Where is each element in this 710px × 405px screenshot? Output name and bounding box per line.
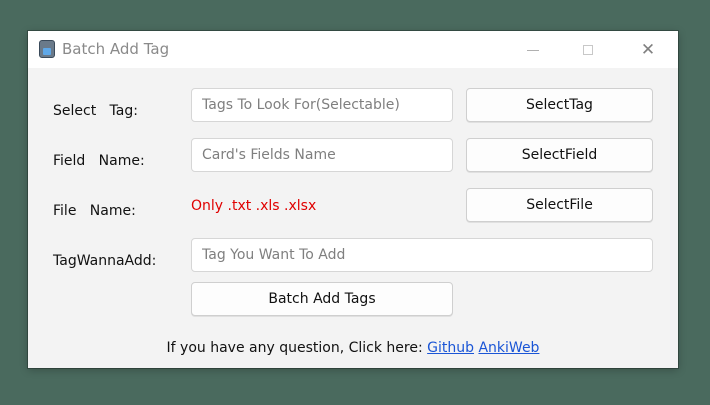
maximize-button[interactable] bbox=[573, 35, 603, 65]
batch-add-tag-window: Batch Add Tag ✕ Select Tag: SelectTag Fi… bbox=[28, 31, 678, 368]
minimize-icon bbox=[527, 49, 539, 51]
file-type-hint: Only .txt .xls .xlsx bbox=[191, 198, 317, 214]
close-button[interactable]: ✕ bbox=[633, 35, 663, 65]
tag-search-input[interactable] bbox=[191, 88, 453, 122]
select-tag-button[interactable]: SelectTag bbox=[466, 88, 653, 122]
select-field-button[interactable]: SelectField bbox=[466, 138, 653, 172]
maximize-icon bbox=[583, 45, 593, 55]
field-name-input[interactable] bbox=[191, 138, 453, 172]
tag-wanna-add-label: TagWannaAdd: bbox=[53, 253, 157, 269]
select-tag-label: Select Tag: bbox=[53, 103, 138, 119]
help-text: If you have any question, Click here: bbox=[166, 340, 428, 356]
file-name-label: File Name: bbox=[53, 203, 136, 219]
batch-add-tags-button[interactable]: Batch Add Tags bbox=[191, 282, 453, 316]
window-title: Batch Add Tag bbox=[62, 40, 170, 58]
help-footer: If you have any question, Click here: Gi… bbox=[28, 340, 678, 356]
ankiweb-link[interactable]: AnkiWeb bbox=[478, 340, 539, 356]
title-bar: Batch Add Tag ✕ bbox=[28, 31, 678, 68]
github-link[interactable]: Github bbox=[427, 340, 474, 356]
minimize-button[interactable] bbox=[518, 35, 548, 65]
tag-to-add-input[interactable] bbox=[191, 238, 653, 272]
close-icon: ✕ bbox=[640, 39, 656, 60]
field-name-label: Field Name: bbox=[53, 153, 145, 169]
select-file-button[interactable]: SelectFile bbox=[466, 188, 653, 222]
app-icon bbox=[39, 40, 55, 58]
